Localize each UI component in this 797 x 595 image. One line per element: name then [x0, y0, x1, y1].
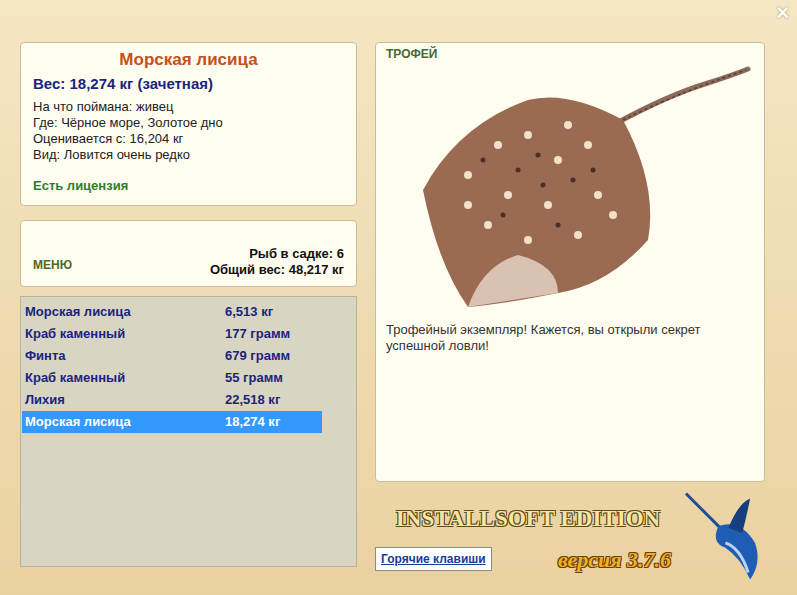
menu-panel: МЕНЮ Рыб в садке: 6Общий вес: 48,217 кг: [20, 220, 357, 287]
catch-name: Лихия: [25, 390, 225, 410]
catch-name: Финта: [25, 346, 225, 366]
catch-name: Краб каменный: [25, 368, 225, 388]
catch-weight: 22,518 кг: [225, 390, 322, 410]
catch-row[interactable]: Морская лисица18,274 кг: [22, 411, 322, 433]
logo-area: INSTALLSOFT EDITION Горячие клавиши версия…: [375, 488, 765, 583]
menu-button[interactable]: МЕНЮ: [33, 256, 72, 274]
catch-list: Морская лисица6,513 кгКраб каменный177 г…: [20, 296, 357, 567]
fish-detail: На что поймана: живец: [33, 99, 344, 115]
catch-weight: 18,274 кг: [225, 412, 322, 432]
fish-info-panel: Морская лисицаВес: 18,274 кг (зачетная) Н…: [20, 42, 357, 206]
keepnet-summary: Рыб в садке: 6Общий вес: 48,217 кг: [210, 246, 344, 278]
fish-title: Морская лисица: [33, 47, 344, 73]
logo-version: версия 3.7.6: [558, 543, 681, 576]
catch-row[interactable]: Лихия22,518 кг: [22, 389, 322, 411]
fish-picture: [386, 65, 754, 310]
close-button[interactable]: ×: [776, 2, 789, 24]
trophy-panel: ТРОФЕЙ Трофейный экземпляр! Кажется, вы о…: [375, 42, 765, 482]
fish-detail: Оценивается с: 16,204 кг: [33, 131, 344, 147]
catch-name: Краб каменный: [25, 324, 225, 344]
catch-row[interactable]: Краб каменный55 грамм: [22, 367, 322, 389]
hotkeys-button[interactable]: Горячие клавиши: [375, 547, 492, 571]
fish-weight: Вес: 18,274 кг (зачетная): [33, 73, 344, 96]
catch-row[interactable]: Финта679 грамм: [22, 345, 322, 367]
ray-icon: [408, 65, 753, 310]
total-weight: Общий вес: 48,217 кг: [210, 262, 344, 278]
right-column: ТРОФЕЙ Трофейный экземпляр! Кажется, вы о…: [375, 0, 765, 595]
license-label: Есть лицензия: [33, 176, 344, 196]
trophy-label: ТРОФЕЙ: [386, 45, 754, 63]
catch-weight: 177 грамм: [225, 324, 322, 344]
logo-title: INSTALLSOFT EDITION: [375, 502, 681, 537]
catch-name: Морская лисица: [25, 302, 225, 322]
catch-row[interactable]: Морская лисица6,513 кг: [22, 301, 322, 323]
catch-name: Морская лисица: [25, 412, 225, 432]
fish-detail: Вид: Ловится очень редко: [33, 147, 344, 163]
fish-count: Рыб в садке: 6: [210, 246, 344, 262]
fish-detail: Где: Чёрное море, Золотое дно: [33, 115, 344, 131]
marlin-icon: [681, 488, 765, 583]
fishing-window: ×Морская лисицаВес: 18,274 кг (зачетная)…: [0, 0, 797, 595]
trophy-message: Трофейный экземпляр! Кажется, вы открыли…: [386, 322, 754, 354]
catch-weight: 6,513 кг: [225, 302, 322, 322]
left-column: Морская лисицаВес: 18,274 кг (зачетная)Н…: [20, 0, 357, 595]
catch-weight: 55 грамм: [225, 368, 322, 388]
catch-row[interactable]: Краб каменный177 грамм: [22, 323, 322, 345]
catch-weight: 679 грамм: [225, 346, 322, 366]
